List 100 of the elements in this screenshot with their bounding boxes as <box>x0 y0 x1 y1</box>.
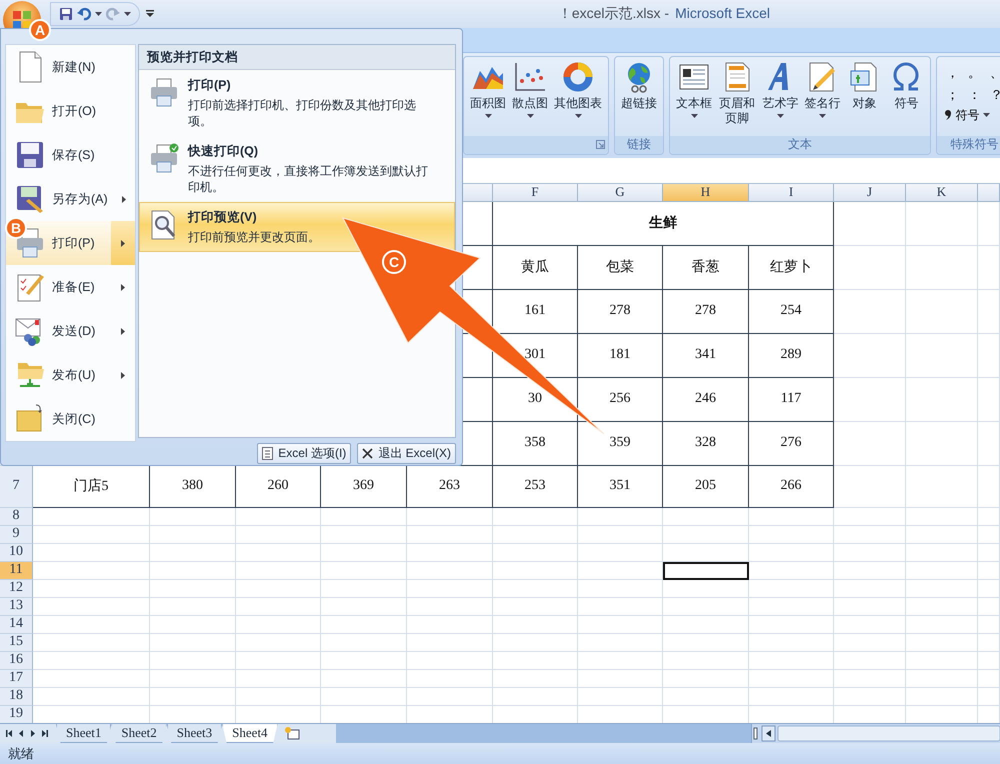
document-icon <box>262 447 274 460</box>
ribbon-button[interactable]: 艺术字 <box>760 58 800 120</box>
menu-item[interactable]: 准备(E) <box>6 265 135 309</box>
empty-cell <box>834 616 906 634</box>
close-icon <box>362 448 374 459</box>
column-header[interactable]: G <box>578 184 663 202</box>
empty-cell <box>906 634 978 652</box>
first-sheet-button[interactable] <box>6 729 12 738</box>
dialog-launcher-icon[interactable] <box>596 140 605 149</box>
empty-cell <box>834 290 906 334</box>
empty-cell <box>978 508 1000 526</box>
empty-cell <box>906 526 978 544</box>
table-cell: 328 <box>663 422 749 466</box>
empty-cell <box>906 246 978 290</box>
empty-cell <box>978 580 1000 598</box>
last-sheet-button[interactable] <box>42 729 48 738</box>
group-label: 文本 <box>788 136 812 154</box>
table-cell: 278 <box>578 290 663 334</box>
empty-cell <box>906 334 978 378</box>
row-header[interactable]: 17 <box>0 670 33 688</box>
customize-toolbar-icon[interactable] <box>146 10 154 18</box>
row-header[interactable]: 15 <box>0 634 33 652</box>
ribbon-button[interactable]: 对象 <box>844 58 884 113</box>
column-header[interactable]: K <box>906 184 978 202</box>
empty-cell <box>978 562 1000 580</box>
row-header[interactable]: 10 <box>0 544 33 562</box>
row-header[interactable]: 13 <box>0 598 33 616</box>
row-header[interactable]: 16 <box>0 652 33 670</box>
column-header[interactable]: F <box>493 184 578 202</box>
empty-cell <box>906 652 978 670</box>
table-cell: 358 <box>493 422 578 466</box>
row-header[interactable]: 9 <box>0 526 33 544</box>
exit-button[interactable]: 退出 Excel(X) <box>357 443 456 464</box>
ribbon-button[interactable]: 文本框 <box>674 58 714 120</box>
empty-cell <box>906 562 978 580</box>
row-header[interactable]: 7 <box>0 466 33 508</box>
save-icon[interactable] <box>59 6 73 21</box>
office-logo-icon <box>12 10 32 30</box>
horizontal-scrollbar[interactable] <box>751 724 1000 744</box>
ribbon-button[interactable]: 散点图 <box>510 58 550 120</box>
empty-cell <box>978 290 1000 334</box>
column-header[interactable]: H <box>663 184 749 202</box>
empty-cell <box>978 422 1000 466</box>
table-cell: 254 <box>749 290 834 334</box>
undo-icon[interactable] <box>77 6 91 21</box>
menu-item[interactable]: 发送(D) <box>6 309 135 353</box>
ribbon-button[interactable]: 符号 <box>941 106 1000 124</box>
column-header[interactable]: J <box>834 184 906 202</box>
table-cell: 205 <box>663 466 749 508</box>
sheet-tab[interactable]: Sheet4 <box>222 724 278 744</box>
caret-icon <box>95 12 102 16</box>
previous-sheet-button[interactable] <box>18 729 24 738</box>
empty-cell <box>906 598 978 616</box>
sheet-tab[interactable]: Sheet2 <box>111 724 167 744</box>
symbol-button[interactable]: 。 <box>963 62 986 83</box>
menu-item[interactable]: 打印(P) 打印前选择打印机、打印份数及其他打印选项。 <box>139 70 455 136</box>
column-header[interactable]: I <box>749 184 834 202</box>
row-header[interactable]: 19 <box>0 706 33 724</box>
menu-item[interactable]: 关闭(C) <box>6 397 135 441</box>
window-title: ！excel示范.xlsx - <box>558 4 670 23</box>
new-sheet-icon[interactable] <box>284 727 300 740</box>
menu-item[interactable]: 保存(S) <box>6 133 135 177</box>
next-sheet-button[interactable] <box>30 729 36 738</box>
table-cell: 黄瓜 <box>493 246 578 290</box>
sheet-tab[interactable]: Sheet1 <box>56 724 112 744</box>
symbol-button[interactable]: ？ <box>985 84 1000 105</box>
ribbon-button[interactable]: 其他图表 <box>552 58 604 120</box>
ribbon-button[interactable]: 签名行 <box>802 58 842 120</box>
empty-cell <box>834 466 906 508</box>
empty-cell <box>906 466 978 508</box>
empty-cell <box>978 526 1000 544</box>
symbol-button[interactable]: ： <box>963 84 986 105</box>
menu-item[interactable]: 新建(N) <box>6 45 135 89</box>
empty-cell <box>978 652 1000 670</box>
empty-cell <box>834 544 906 562</box>
empty-cell <box>834 334 906 378</box>
menu-item[interactable]: 快速打印(Q) 不进行任何更改，直接将工作簿发送到默认打印机。 <box>139 136 455 202</box>
ribbon-button[interactable]: 页眉和页脚 <box>716 58 758 128</box>
row-header[interactable]: 18 <box>0 688 33 706</box>
symbol-button[interactable]: 、 <box>985 62 1000 83</box>
menu-item[interactable]: 打开(O) <box>6 89 135 133</box>
ribbon-button[interactable]: 超链接 <box>619 58 659 113</box>
row-header[interactable]: 11 <box>0 562 33 580</box>
table-cell: 341 <box>663 334 749 378</box>
empty-cell <box>834 670 906 688</box>
menu-item[interactable]: 发布(U) <box>6 353 135 397</box>
empty-cell <box>978 246 1000 290</box>
ribbon-button[interactable]: 面积图 <box>468 58 508 120</box>
sheet-tab[interactable]: Sheet3 <box>166 724 222 744</box>
symbol-button[interactable]: ， <box>941 62 964 83</box>
symbol-button[interactable]: ； <box>941 84 964 105</box>
ribbon-button[interactable]: 符号 <box>886 58 926 113</box>
row-header[interactable]: 12 <box>0 580 33 598</box>
options-button[interactable]: Excel 选项(I) <box>257 443 352 464</box>
active-cell[interactable] <box>663 562 749 580</box>
row-header[interactable]: 8 <box>0 508 33 526</box>
row-header[interactable]: 14 <box>0 616 33 634</box>
empty-cell <box>834 562 906 580</box>
table-cell: 181 <box>578 334 663 378</box>
scatter-chart-icon <box>514 60 546 93</box>
